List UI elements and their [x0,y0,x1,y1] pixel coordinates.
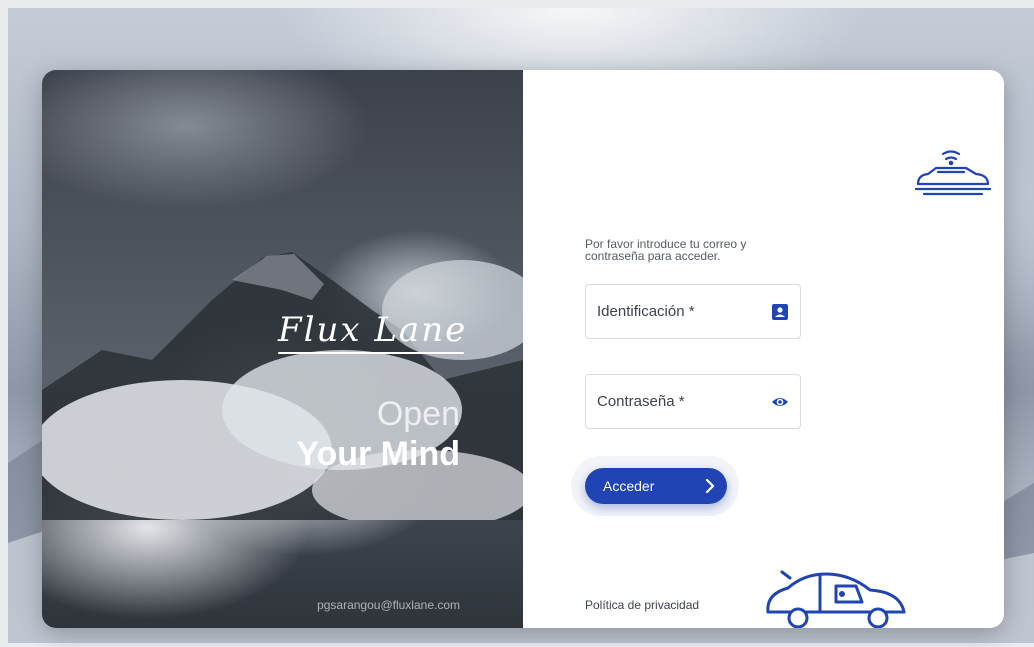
identification-input[interactable] [586,285,800,338]
chevron-right-icon [705,479,715,493]
login-instructions: Por favor introduce tu correo y contrase… [585,238,815,262]
password-field[interactable]: Contraseña * [585,374,801,429]
privacy-policy-link[interactable]: Política de privacidad [585,598,699,612]
brand-logo-underline [278,352,464,354]
hero-mountain-image [42,252,523,520]
brand-logo-text: Flux Lane [278,310,468,350]
car-illustration-icon [766,570,906,628]
identification-field[interactable]: Identificación * [585,284,801,339]
submit-button[interactable]: Acceder [585,468,727,504]
footer-email: pgsarangou@fluxlane.com [317,598,460,612]
login-card: Flux Lane Open Your Mind pgsarangou@flux… [42,70,1004,628]
contact-card-icon [772,304,788,320]
brand-logo: Flux Lane [278,308,468,358]
login-instructions-line2: contraseña para acceder. [585,249,721,263]
tagline-line1: Open [376,395,460,433]
password-input[interactable] [586,375,800,428]
hero-panel: Flux Lane Open Your Mind pgsarangou@flux… [42,70,523,628]
submit-button-label: Acceder [603,478,655,494]
connected-car-icon [914,150,992,196]
login-panel: Por favor introduce tu correo y contrase… [523,70,1004,628]
eye-icon[interactable] [771,393,789,411]
tagline-line2: Your Mind [296,435,460,473]
